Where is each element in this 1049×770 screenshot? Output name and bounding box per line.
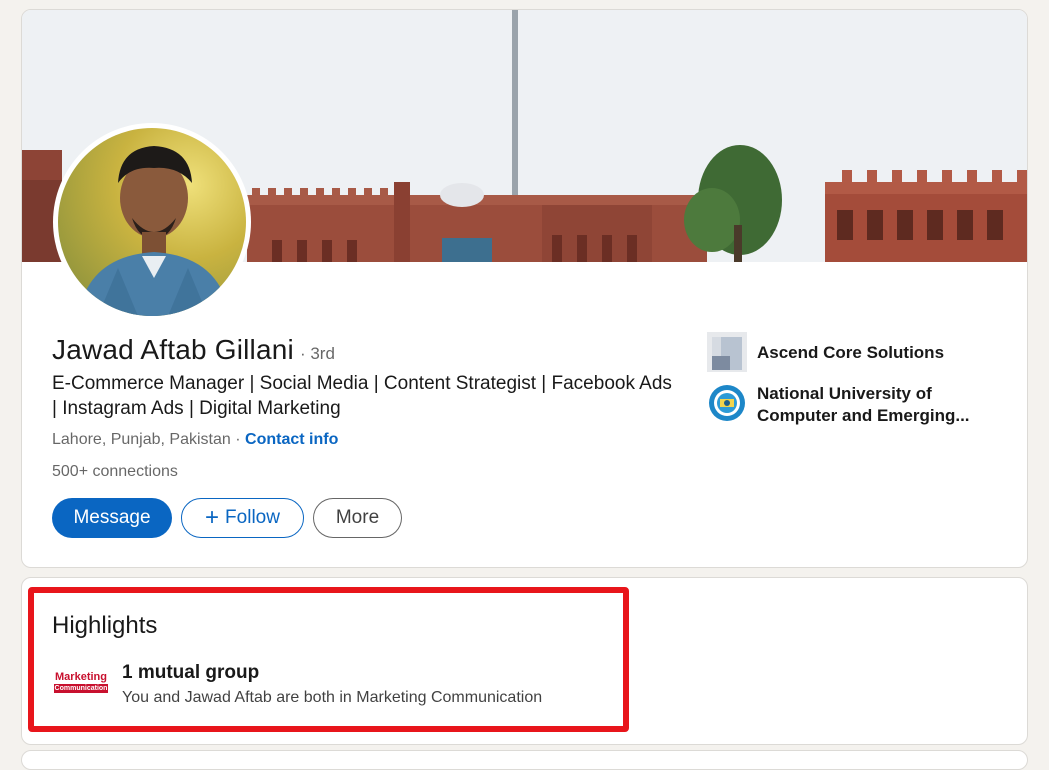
connections-count: 500+ connections [52, 463, 178, 480]
company-name: Ascend Core Solutions [757, 343, 945, 362]
profile-headline: E-Commerce Manager | Social Media | Cont… [52, 373, 672, 419]
profile-avatar[interactable] [53, 123, 251, 321]
company-logo-icon [707, 332, 747, 372]
connection-degree: · 3rd [299, 344, 335, 363]
follow-button[interactable]: + Follow [181, 498, 304, 538]
university-logo-icon [707, 383, 747, 423]
education-school[interactable]: National University of Computer and Emer… [707, 383, 977, 427]
highlight-annotation-box [28, 587, 629, 732]
current-company[interactable]: Ascend Core Solutions [707, 332, 977, 372]
profile-location-row: Lahore, Punjab, Pakistan · Contact info [52, 431, 338, 449]
school-name: National University of Computer and Emer… [757, 384, 970, 425]
contact-info-link[interactable]: Contact info [245, 431, 338, 448]
profile-name: Jawad Aftab Gillani [52, 334, 294, 365]
message-button[interactable]: Message [52, 498, 172, 538]
follow-label: Follow [225, 507, 280, 528]
location-separator: · [235, 431, 241, 448]
more-button[interactable]: More [313, 498, 402, 538]
profile-location: Lahore, Punjab, Pakistan [52, 431, 231, 448]
plus-icon: + [205, 504, 220, 531]
profile-card: Jawad Aftab Gillani · 3rd E-Commerce Man… [21, 9, 1028, 568]
person-photo-icon [78, 146, 230, 316]
next-section-card [21, 750, 1028, 770]
